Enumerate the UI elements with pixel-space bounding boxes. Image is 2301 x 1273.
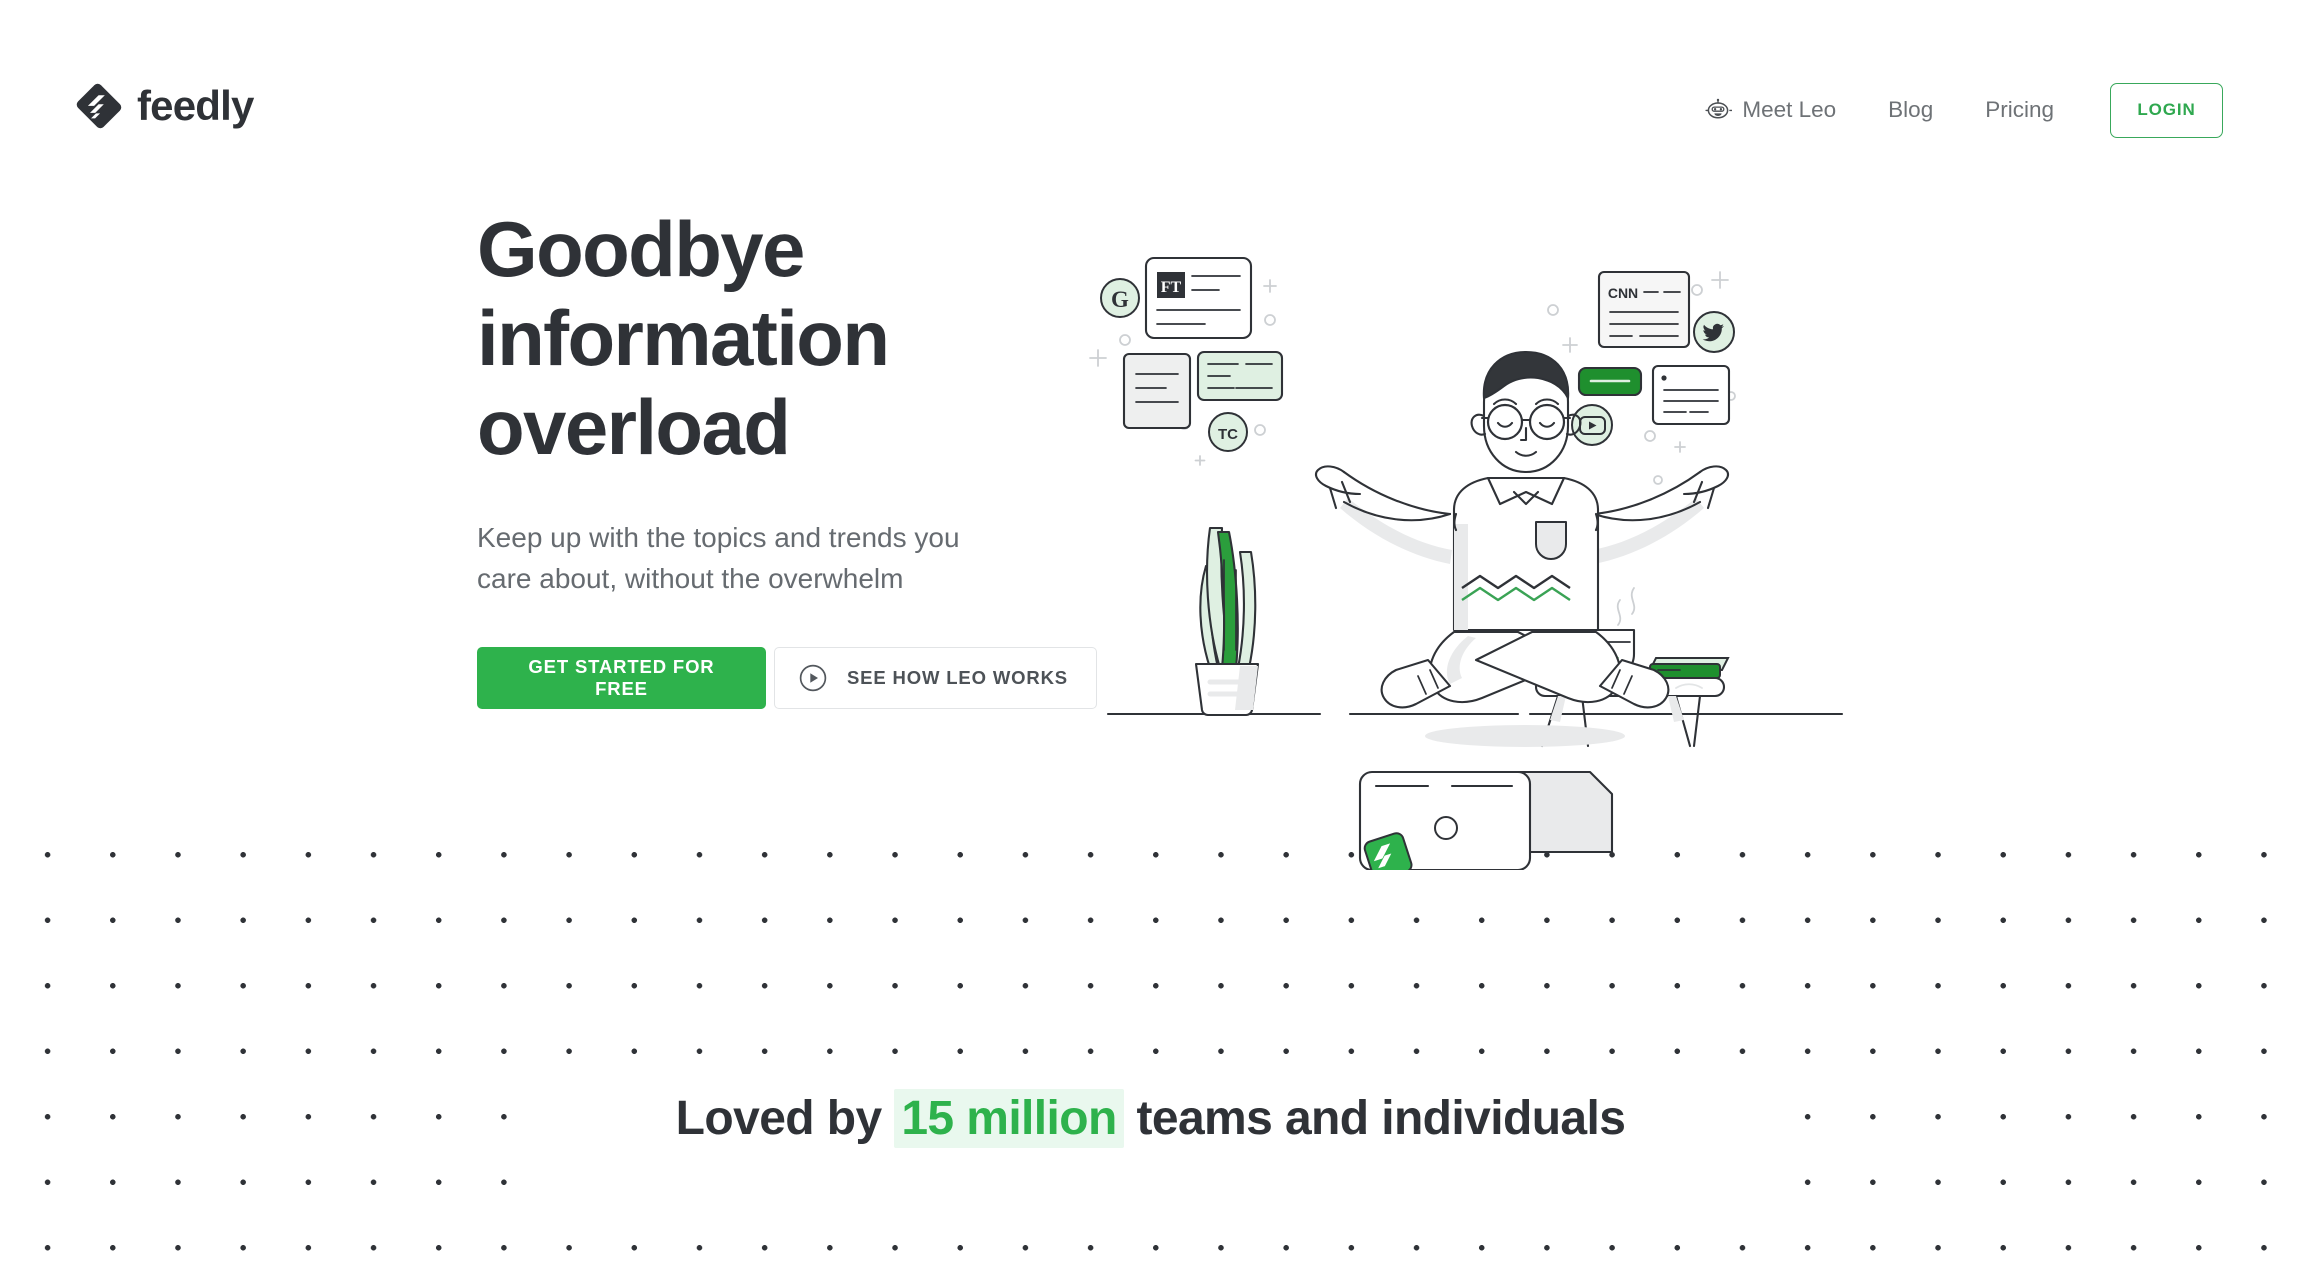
hero-title-line-3: overload bbox=[477, 382, 791, 471]
card-article-white bbox=[1651, 364, 1731, 426]
potted-plant bbox=[1194, 526, 1260, 717]
levitation-shadow bbox=[1425, 725, 1625, 747]
hero-section: Goodbye information overload Keep up wit… bbox=[477, 205, 1097, 710]
see-how-leo-works-label: SEE HOW LEO WORKS bbox=[846, 667, 1068, 689]
social-proof-prefix: Loved by bbox=[675, 1092, 883, 1145]
card-cnn: CNN bbox=[1597, 270, 1691, 349]
social-proof-headline: Loved by 15 million teams and individual… bbox=[0, 1089, 2301, 1148]
get-started-button[interactable]: GET STARTED FOR FREE bbox=[477, 647, 766, 710]
badge-twitter bbox=[1693, 311, 1735, 353]
hero-title-line-2: information bbox=[477, 293, 890, 382]
see-how-leo-works-button[interactable]: SEE HOW LEO WORKS bbox=[773, 647, 1097, 710]
svg-text:G: G bbox=[1111, 287, 1129, 312]
card-highlight-green bbox=[1196, 350, 1284, 402]
badge-tc: TC bbox=[1208, 412, 1248, 452]
hero-subtitle: Keep up with the topics and trends you c… bbox=[477, 521, 960, 594]
nav-item-blog-label: Blog bbox=[1888, 97, 1934, 122]
nav-item-meet-leo[interactable]: Meet Leo bbox=[1678, 96, 1862, 124]
laptop bbox=[1358, 770, 1614, 870]
brand-wordmark: feedly bbox=[137, 82, 254, 129]
social-proof-suffix: teams and individuals bbox=[1136, 1092, 1626, 1145]
card-ft: FT bbox=[1144, 256, 1253, 340]
badge-g: G bbox=[1100, 278, 1140, 318]
nav-item-pricing-label: Pricing bbox=[1985, 97, 2054, 122]
card-document-grey bbox=[1122, 352, 1192, 430]
hero-cta-group: GET STARTED FOR FREE SEE HOW LEO WORKS bbox=[477, 647, 1097, 710]
meditating-reader-illustration: .ln { fill:none; stroke:#2f3237; stroke-… bbox=[1080, 180, 1870, 870]
nav-item-meet-leo-label: Meet Leo bbox=[1742, 97, 1837, 122]
nav-item-pricing[interactable]: Pricing bbox=[1959, 97, 2080, 123]
badge-youtube bbox=[1571, 404, 1613, 446]
svg-text:CNN: CNN bbox=[1608, 285, 1638, 301]
hero-title-line-1: Goodbye bbox=[477, 205, 805, 293]
dot-pattern-background bbox=[0, 805, 2301, 1273]
svg-text:FT: FT bbox=[1161, 279, 1182, 296]
login-button[interactable]: LOGIN bbox=[2110, 82, 2223, 138]
nav-item-blog[interactable]: Blog bbox=[1862, 97, 1959, 123]
social-proof-highlight: 15 million bbox=[894, 1089, 1124, 1148]
landing-page: feedly Meet Leo Blog Pricing LOGIN Goodb… bbox=[0, 0, 2301, 1273]
site-header: feedly Meet Leo Blog Pricing LOGIN bbox=[0, 0, 2301, 165]
page-title: Goodbye information overload bbox=[477, 205, 1097, 472]
feedly-logo-icon bbox=[75, 82, 123, 130]
svg-text:TC: TC bbox=[1218, 426, 1238, 443]
brand-logo[interactable]: feedly bbox=[75, 82, 254, 130]
play-circle-icon bbox=[799, 664, 827, 692]
main-navigation: Meet Leo Blog Pricing LOGIN bbox=[1678, 82, 2223, 138]
pill-green bbox=[1577, 366, 1643, 397]
social-proof-section: Loved by 15 million teams and individual… bbox=[0, 1089, 2301, 1148]
robot-icon bbox=[1704, 96, 1734, 124]
